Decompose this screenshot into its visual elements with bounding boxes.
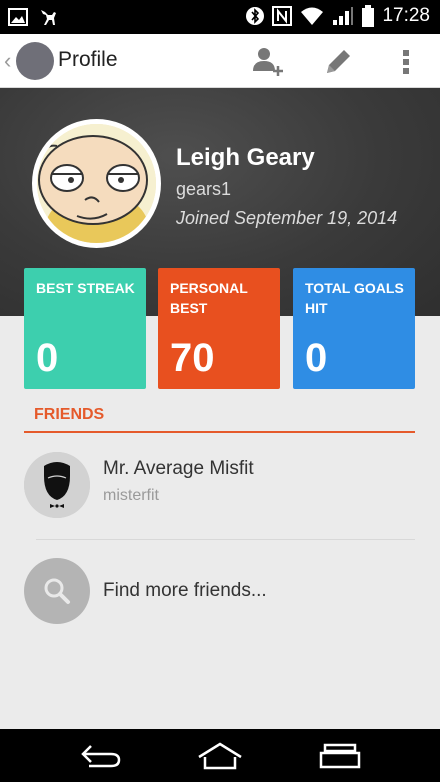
list-divider	[36, 539, 415, 540]
back-chevron-icon[interactable]: ‹	[4, 48, 11, 74]
action-bar: ‹ Profile	[0, 34, 440, 88]
friends-title: FRIENDS	[34, 406, 105, 423]
back-icon	[81, 745, 121, 768]
app-icon[interactable]	[16, 42, 54, 80]
pencil-icon	[327, 50, 350, 73]
back-button[interactable]	[70, 739, 130, 773]
stat-value: 0	[305, 336, 328, 380]
total-goals-card: Total Goals Hit 0	[293, 268, 415, 389]
status-bar: 17:28	[0, 0, 440, 34]
stat-label: Best Streak	[36, 280, 135, 296]
home-icon	[198, 742, 242, 770]
recent-apps-button[interactable]	[310, 739, 370, 773]
image-notification-icon	[8, 8, 28, 26]
best-streak-card: Best Streak 0	[24, 268, 146, 389]
stat-label: Personal Best	[170, 280, 248, 316]
status-indicators: 17:28	[246, 5, 430, 27]
find-friends-label: Find more friends...	[103, 580, 267, 601]
add-user-icon	[253, 48, 283, 76]
avatar-image	[37, 124, 156, 243]
friend-avatar	[24, 452, 90, 518]
user-joined-date: Joined September 19, 2014	[176, 208, 398, 228]
stat-label: Total Goals Hit	[305, 280, 404, 316]
personal-best-card: Personal Best 70	[158, 268, 280, 389]
system-nav-bar	[0, 729, 440, 782]
deer-notification-icon	[41, 10, 56, 25]
friend-handle: misterfit	[103, 487, 159, 504]
profile-avatar[interactable]	[32, 119, 161, 248]
search-icon	[24, 558, 90, 624]
wifi-icon	[301, 7, 324, 25]
add-friend-button[interactable]	[250, 44, 286, 80]
bluetooth-icon	[246, 7, 265, 25]
user-name: Leigh Geary	[176, 144, 315, 171]
status-notifications	[8, 7, 58, 27]
stat-value: 0	[36, 336, 59, 380]
recent-apps-icon	[319, 743, 361, 769]
stat-value: 70	[170, 336, 215, 380]
signal-icon	[333, 7, 354, 25]
home-button[interactable]	[190, 739, 250, 773]
friend-list-item[interactable]: Mr. Average Misfit misterfit	[24, 452, 415, 520]
find-friends-button[interactable]: Find more friends...	[24, 558, 415, 626]
more-vertical-icon	[403, 50, 409, 74]
user-handle: gears1	[176, 179, 232, 199]
status-time: 17:28	[382, 5, 430, 26]
overflow-menu-button[interactable]	[388, 44, 424, 80]
friend-name: Mr. Average Misfit	[103, 458, 254, 479]
nfc-icon	[272, 6, 293, 26]
page-title: Profile	[58, 48, 118, 71]
edit-profile-button[interactable]	[320, 44, 356, 80]
battery-icon	[362, 5, 375, 27]
friends-section-header: FRIENDS	[24, 404, 415, 433]
